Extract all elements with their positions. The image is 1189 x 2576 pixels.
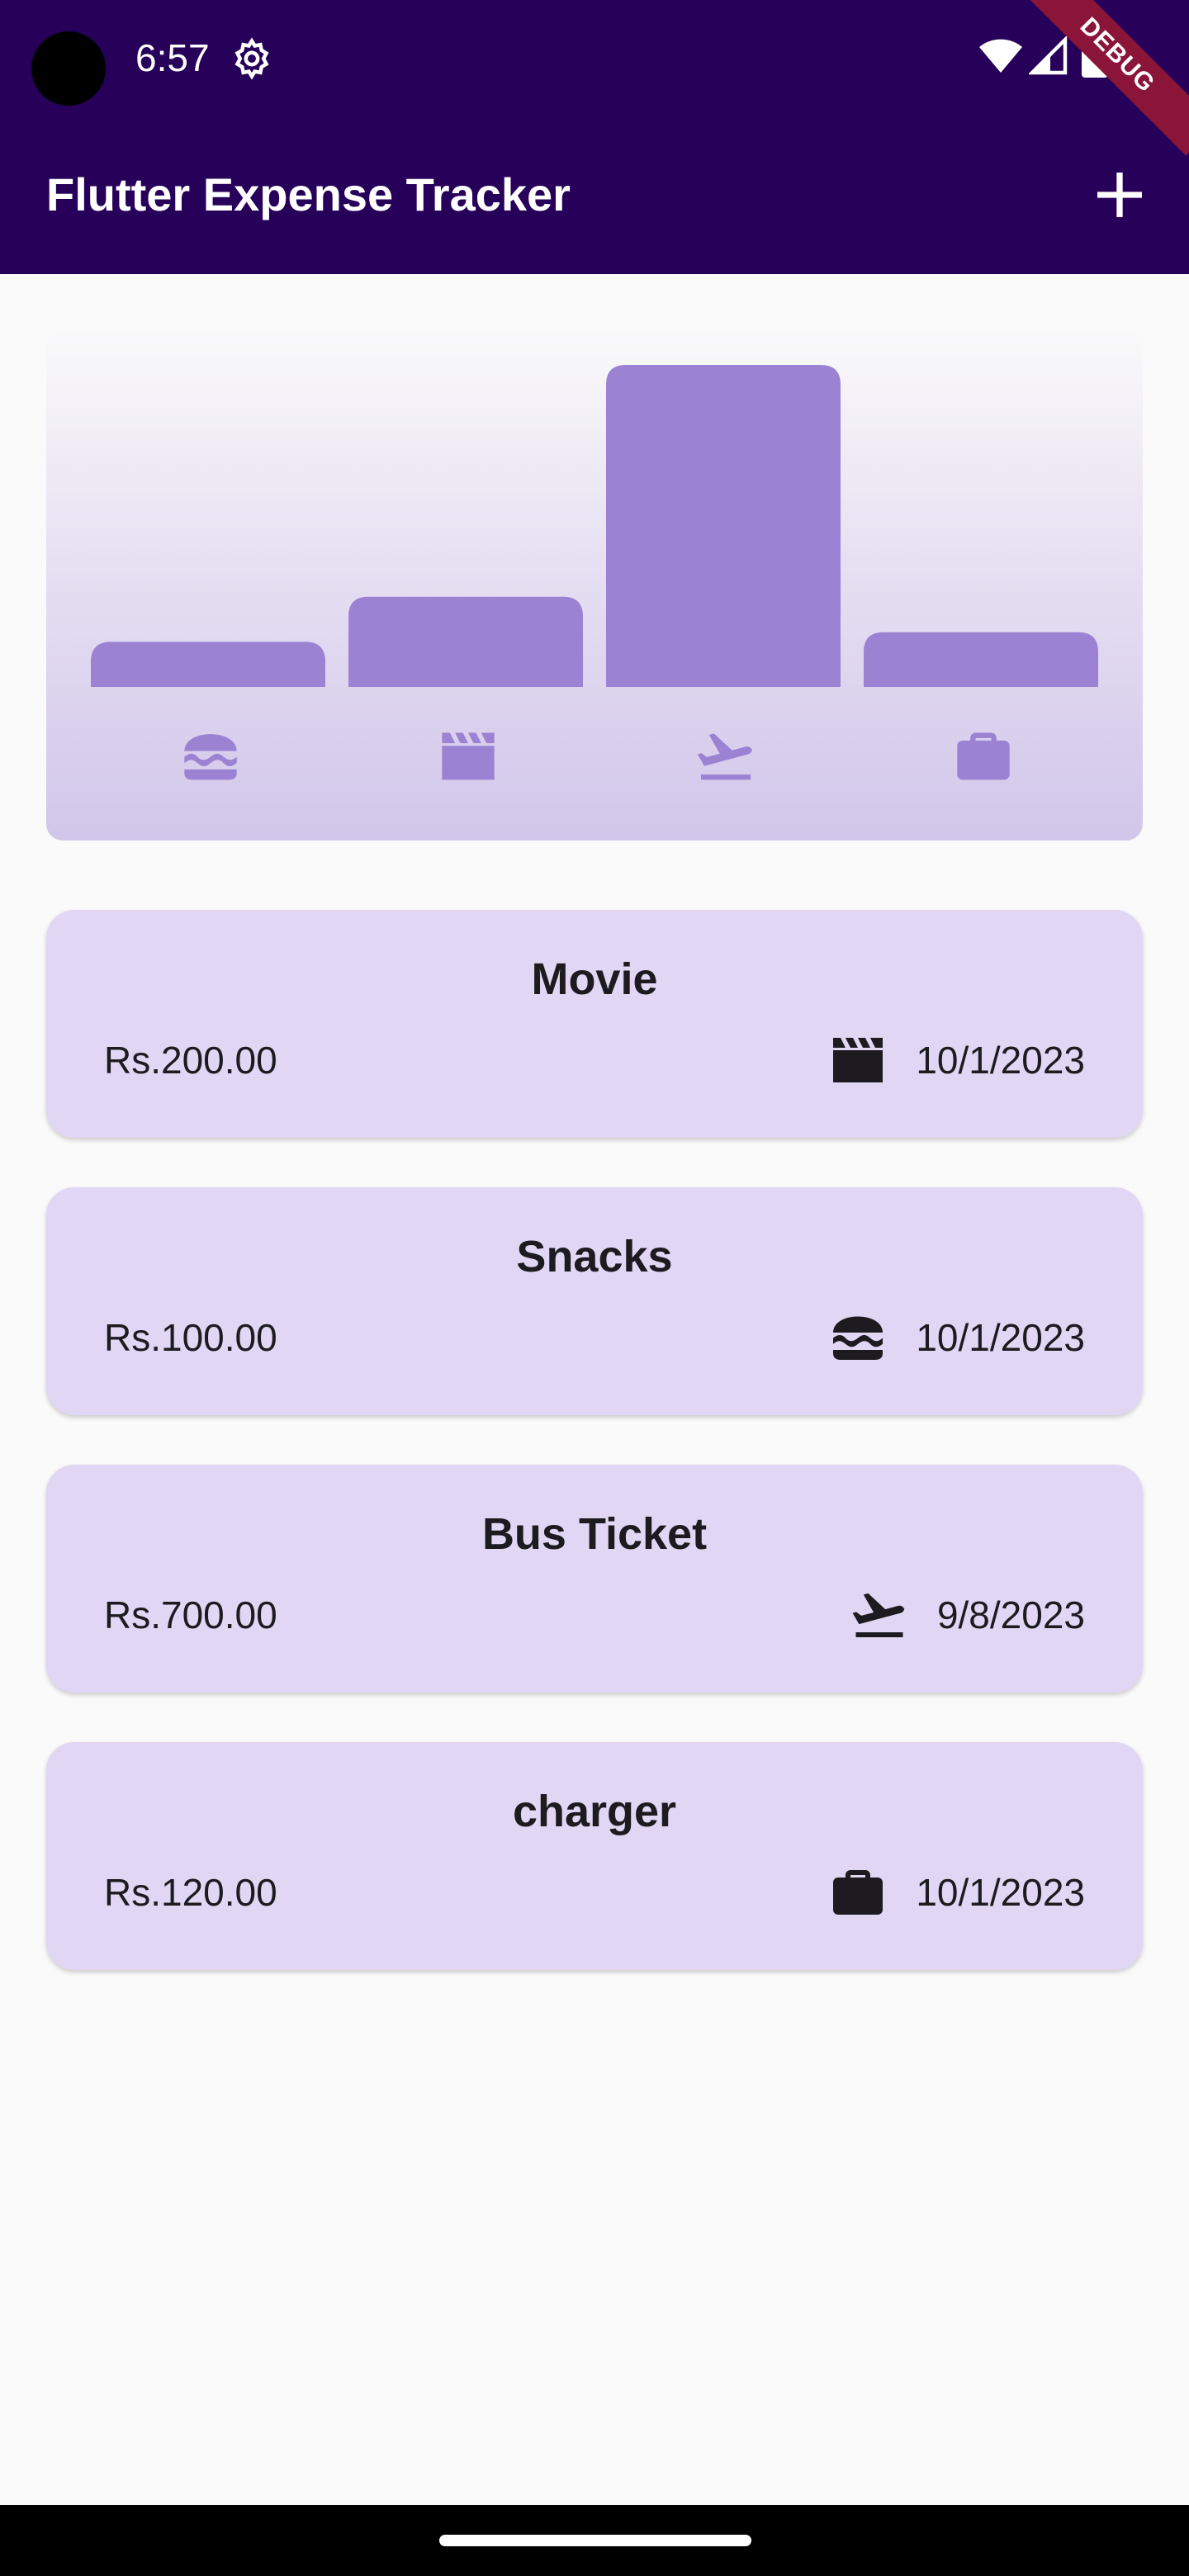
chart-bar-work <box>864 632 1098 687</box>
expense-amount: Rs.700.00 <box>104 1593 277 1636</box>
expense-date: 9/8/2023 <box>936 1593 1085 1636</box>
expense-meta: 9/8/2023 <box>850 1589 1085 1641</box>
expense-meta: 10/1/2023 <box>828 1034 1085 1087</box>
expense-date: 10/1/2023 <box>916 1039 1085 1082</box>
chart-category-leisure <box>348 715 588 798</box>
plane-departure-icon <box>852 1593 905 1637</box>
plane-departure-icon <box>697 733 752 780</box>
add-expense-button[interactable] <box>1087 162 1153 228</box>
app-screen: 6:57 DEBUG Flutter Expense Tracker Movie <box>0 0 1189 2576</box>
debug-banner: DEBUG <box>1016 0 1189 156</box>
expense-amount: Rs.100.00 <box>104 1316 277 1359</box>
page-title: Flutter Expense Tracker <box>46 168 571 220</box>
expense-card[interactable]: charger Rs.120.00 10/1/2023 <box>46 1742 1143 1970</box>
expense-chart <box>46 327 1143 841</box>
expense-title: Bus Ticket <box>481 1509 708 1559</box>
expense-date: 10/1/2023 <box>916 1316 1085 1359</box>
chart-bar-food <box>91 642 325 687</box>
app-bar: 6:57 DEBUG Flutter Expense Tracker <box>0 0 1189 274</box>
chart-category-icons <box>79 715 1110 798</box>
clapperboard-icon <box>833 1038 883 1082</box>
settings-icon <box>234 37 269 80</box>
expense-title: Movie <box>531 954 658 1004</box>
chart-category-food <box>91 715 330 798</box>
expense-title: Snacks <box>516 1232 673 1281</box>
expense-title: charger <box>512 1787 677 1836</box>
wifi-icon <box>979 39 1022 73</box>
expense-card[interactable]: Movie Rs.200.00 10/1/2023 <box>46 910 1143 1138</box>
expense-card[interactable]: Bus Ticket Rs.700.00 9/8/2023 <box>46 1465 1143 1693</box>
chart-bar-leisure <box>348 596 583 687</box>
home-indicator[interactable] <box>439 2535 751 2546</box>
expense-list: Movie Rs.200.00 10/1/2023 Snacks Rs.100.… <box>46 910 1143 2020</box>
expense-meta: 10/1/2023 <box>828 1866 1085 1919</box>
camera-cutout <box>31 31 106 106</box>
chart-bar-travel <box>606 365 841 687</box>
burger-icon <box>184 734 237 780</box>
signal-icon <box>1029 36 1068 75</box>
clapperboard-icon <box>442 732 495 780</box>
expense-amount: Rs.120.00 <box>104 1871 277 1914</box>
status-time: 6:57 <box>135 36 210 79</box>
briefcase-icon <box>957 732 1010 780</box>
chart-category-work <box>864 715 1103 798</box>
system-nav-bar <box>0 2505 1189 2576</box>
burger-icon <box>833 1316 883 1360</box>
chart-bars <box>91 365 1098 687</box>
expense-meta: 10/1/2023 <box>828 1311 1085 1364</box>
expense-card[interactable]: Snacks Rs.100.00 10/1/2023 <box>46 1187 1143 1415</box>
chart-category-travel <box>606 715 846 798</box>
expense-date: 10/1/2023 <box>916 1871 1085 1914</box>
briefcase-icon <box>833 1870 883 1915</box>
expense-amount: Rs.200.00 <box>104 1039 277 1082</box>
add-icon <box>1097 173 1142 217</box>
